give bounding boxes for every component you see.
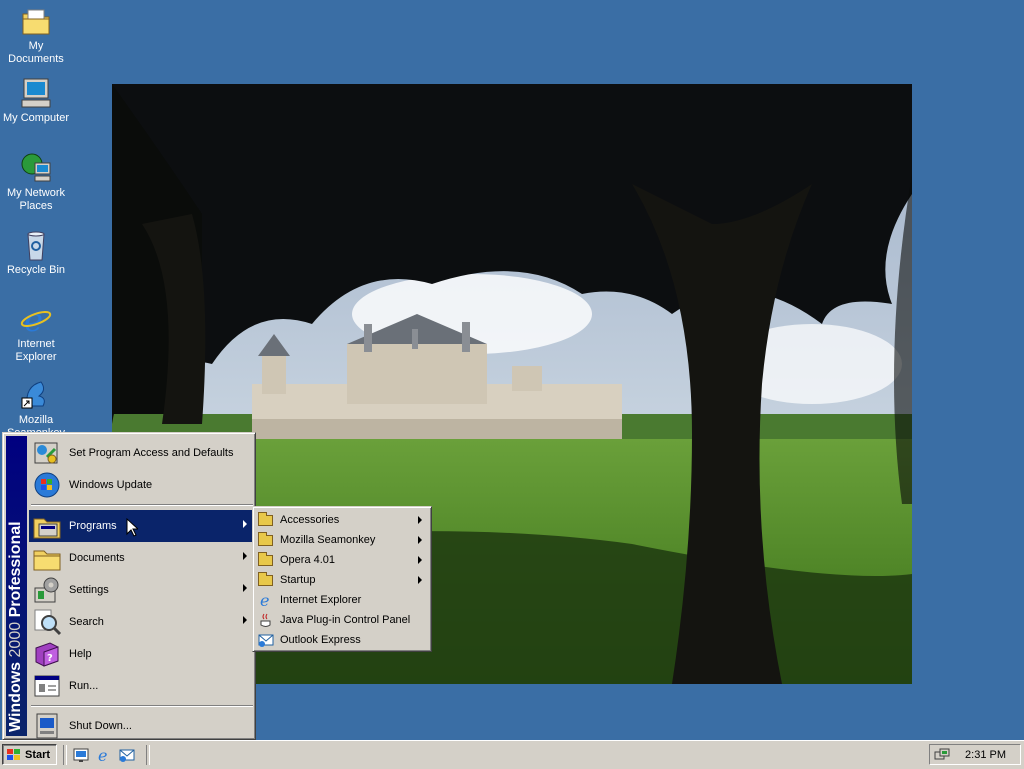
submenu-item-label: Startup xyxy=(280,574,316,586)
menu-item-label: Help xyxy=(69,648,92,660)
menu-separator xyxy=(31,504,253,506)
submenu-item-accessories[interactable]: Accessories xyxy=(256,510,428,530)
folder-icon xyxy=(258,572,274,588)
start-button-label: Start xyxy=(25,748,51,761)
show-desktop-icon[interactable] xyxy=(73,747,89,763)
desktop-icon-mozilla-seamonkey[interactable]: Mozilla Seamonkey xyxy=(0,378,72,440)
desktop-icon-label: My Computer xyxy=(2,112,70,124)
submenu-item-startup[interactable]: Startup xyxy=(256,570,428,590)
submenu-arrow-icon xyxy=(418,516,422,524)
documents-folder-icon xyxy=(31,542,63,574)
run-icon xyxy=(31,670,63,702)
folder-icon xyxy=(258,512,274,528)
quick-launch-separator xyxy=(63,745,67,765)
menu-item-label: Programs xyxy=(69,520,117,532)
network-places-icon xyxy=(19,151,53,185)
outlook-express-icon xyxy=(258,632,274,648)
submenu-item-label: Java Plug-in Control Panel xyxy=(280,614,411,626)
program-access-icon xyxy=(31,437,63,469)
submenu-item-label: Opera 4.01 xyxy=(280,554,336,566)
desktop-icon-my-computer[interactable]: My Computer xyxy=(0,76,72,125)
desktop-icon-my-network-places[interactable]: My Network Places xyxy=(0,151,72,213)
taskbar: Start e 2:31 PM xyxy=(0,740,1024,769)
svg-text:e: e xyxy=(98,747,107,763)
menu-item-shut-down[interactable]: Shut Down... xyxy=(29,710,253,742)
menu-item-label: Documents xyxy=(69,552,125,564)
search-icon xyxy=(31,606,63,638)
menu-item-label: Search xyxy=(69,616,104,628)
submenu-arrow-icon xyxy=(418,536,422,544)
submenu-item-internet-explorer[interactable]: e Internet Explorer xyxy=(256,590,428,610)
submenu-arrow-icon xyxy=(418,556,422,564)
desktop-icon-label: Recycle Bin xyxy=(6,264,66,276)
menu-item-set-program-access[interactable]: Set Program Access and Defaults xyxy=(29,437,253,469)
submenu-arrow-icon xyxy=(243,552,247,560)
start-menu-banner: Windows 2000 Professional xyxy=(6,436,27,736)
windows-logo-icon xyxy=(6,748,22,762)
shut-down-icon xyxy=(31,710,63,742)
settings-icon xyxy=(31,574,63,606)
svg-text:?: ? xyxy=(47,653,53,664)
desktop-icon-internet-explorer[interactable]: e Internet Explorer xyxy=(0,301,72,364)
mouse-cursor-icon xyxy=(126,517,140,540)
desktop-icon-my-documents[interactable]: My Documents xyxy=(0,4,72,66)
submenu-arrow-icon xyxy=(418,576,422,584)
system-tray: 2:31 PM xyxy=(929,744,1021,765)
menu-item-search[interactable]: Search xyxy=(29,606,253,638)
start-button[interactable]: Start xyxy=(2,744,57,765)
svg-text:e: e xyxy=(260,592,269,608)
submenu-item-outlook-express[interactable]: Outlook Express xyxy=(256,630,428,650)
my-documents-icon xyxy=(19,4,53,38)
network-status-icon[interactable] xyxy=(934,747,950,763)
menu-item-label: Set Program Access and Defaults xyxy=(69,447,234,459)
menu-separator xyxy=(31,705,253,707)
desktop-icon-label: My Documents xyxy=(8,40,64,65)
menu-item-label: Shut Down... xyxy=(69,720,132,732)
submenu-item-label: Mozilla Seamonkey xyxy=(280,534,376,546)
submenu-arrow-icon xyxy=(243,616,247,624)
quick-launch-separator xyxy=(146,745,150,765)
folder-icon xyxy=(258,552,274,568)
submenu-item-opera[interactable]: Opera 4.01 xyxy=(256,550,428,570)
programs-submenu: Accessories Mozilla Seamonkey Opera 4.01… xyxy=(252,506,432,652)
seamonkey-icon xyxy=(19,378,53,412)
outlook-express-icon[interactable] xyxy=(119,747,135,763)
desktop-icon-label: My Network Places xyxy=(6,187,66,212)
menu-item-label: Run... xyxy=(69,680,99,692)
menu-item-label: Settings xyxy=(69,584,109,596)
submenu-item-java-plugin[interactable]: Java Plug-in Control Panel xyxy=(256,610,428,630)
internet-explorer-icon[interactable]: e xyxy=(96,746,112,765)
start-menu: Windows 2000 Professional Set Program Ac… xyxy=(2,432,256,740)
desktop-icon-recycle-bin[interactable]: Recycle Bin xyxy=(0,228,72,277)
recycle-bin-icon xyxy=(19,228,53,262)
programs-folder-icon xyxy=(31,510,63,542)
internet-explorer-icon: e xyxy=(258,591,274,610)
menu-item-windows-update[interactable]: Windows Update xyxy=(29,469,253,501)
submenu-item-label: Internet Explorer xyxy=(280,594,362,606)
submenu-item-label: Accessories xyxy=(280,514,340,526)
clock[interactable]: 2:31 PM xyxy=(965,749,1006,761)
java-icon xyxy=(258,612,274,628)
windows-update-icon xyxy=(31,469,63,501)
menu-item-label: Windows Update xyxy=(69,479,153,491)
submenu-item-label: Outlook Express xyxy=(280,634,361,646)
folder-icon xyxy=(258,532,274,548)
menu-item-run[interactable]: Run... xyxy=(29,670,253,702)
internet-explorer-icon: e xyxy=(19,301,53,339)
help-book-icon: ? xyxy=(31,638,63,670)
menu-item-help[interactable]: ? Help xyxy=(29,638,253,670)
my-computer-icon xyxy=(19,76,53,110)
submenu-arrow-icon xyxy=(243,584,247,592)
submenu-item-mozilla-seamonkey[interactable]: Mozilla Seamonkey xyxy=(256,530,428,550)
menu-item-documents[interactable]: Documents xyxy=(29,542,253,574)
desktop-icon-label: Internet Explorer xyxy=(15,338,57,363)
submenu-arrow-icon xyxy=(243,520,247,528)
menu-item-programs[interactable]: Programs xyxy=(29,510,253,542)
menu-item-settings[interactable]: Settings xyxy=(29,574,253,606)
